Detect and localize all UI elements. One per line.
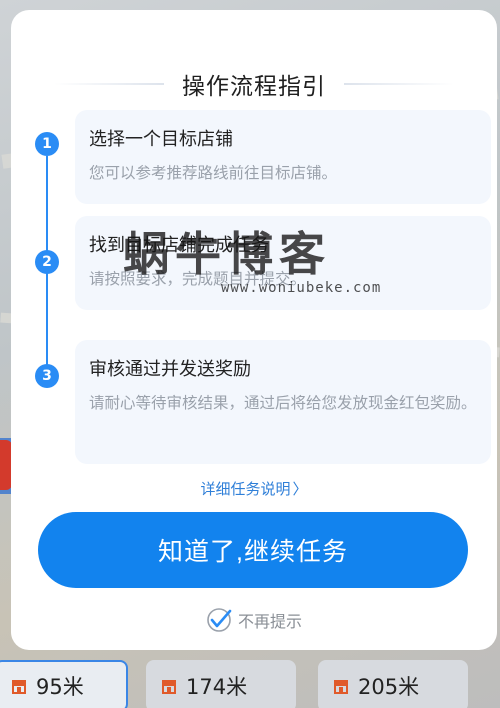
continue-task-button[interactable]: 知道了,继续任务 xyxy=(38,512,468,588)
step-number: 1 xyxy=(35,132,59,156)
store-chip[interactable]: 95米 xyxy=(0,660,128,708)
step-card: 审核通过并发送奖励 请耐心等待审核结果，通过后将给您发放现金红包奖励。 xyxy=(75,340,491,464)
step-title: 找到目标店铺完成任务 xyxy=(89,235,269,256)
dialog-title: 操作流程指引 xyxy=(182,74,326,100)
store-chip[interactable]: 205米 xyxy=(318,660,468,708)
dialog-header: 操作流程指引 xyxy=(11,66,497,102)
store-distance: 174米 xyxy=(186,675,248,699)
checkmark-icon[interactable] xyxy=(206,607,232,633)
store-chip[interactable]: 174米 xyxy=(146,660,296,708)
step-item-2: 2 找到目标店铺完成任务 请按照要求，完成题目并提交。 xyxy=(35,216,491,310)
step-description: 请耐心等待审核结果，通过后将给您发放现金红包奖励。 xyxy=(89,394,477,412)
store-distance: 95米 xyxy=(36,675,84,699)
step-title: 选择一个目标店铺 xyxy=(89,129,233,150)
step-card: 找到目标店铺完成任务 请按照要求，完成题目并提交。 xyxy=(75,216,491,310)
step-card: 选择一个目标店铺 您可以参考推荐路线前往目标店铺。 xyxy=(75,110,491,204)
no-remind-toggle[interactable]: 不再提示 xyxy=(11,606,497,634)
shop-icon xyxy=(334,680,348,694)
shop-icon xyxy=(162,680,176,694)
step-description: 您可以参考推荐路线前往目标店铺。 xyxy=(89,164,338,182)
shop-icon xyxy=(12,680,26,694)
detail-link-label: 详细任务说明 xyxy=(200,480,291,498)
step-number: 3 xyxy=(35,364,59,388)
step-number: 2 xyxy=(35,250,59,274)
title-divider-right xyxy=(344,83,454,85)
guide-dialog: 操作流程指引 1 选择一个目标店铺 您可以参考推荐路线前往目标店铺。 2 找到目… xyxy=(11,10,497,650)
chevron-right-icon: 〉 xyxy=(292,480,308,498)
store-distance-bar: 95米 174米 205米 xyxy=(0,656,500,708)
detail-instructions-link[interactable]: 详细任务说明〉 xyxy=(11,478,497,499)
step-item-3: 3 审核通过并发送奖励 请耐心等待审核结果，通过后将给您发放现金红包奖励。 xyxy=(35,340,491,464)
title-divider-left xyxy=(54,83,164,85)
store-distance: 205米 xyxy=(358,675,420,699)
step-title: 审核通过并发送奖励 xyxy=(89,359,251,380)
step-item-1: 1 选择一个目标店铺 您可以参考推荐路线前往目标店铺。 xyxy=(35,110,491,204)
no-remind-label: 不再提示 xyxy=(237,612,302,631)
step-description: 请按照要求，完成题目并提交。 xyxy=(89,270,307,288)
